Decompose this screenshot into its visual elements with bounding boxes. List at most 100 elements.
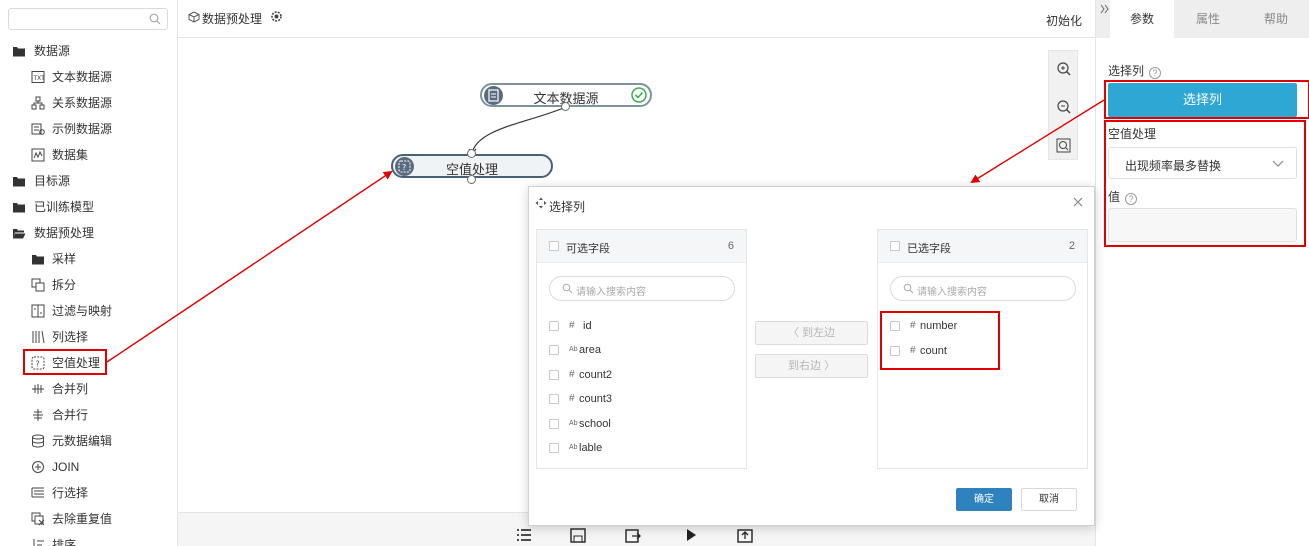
zoom-in-icon[interactable] (1055, 60, 1073, 78)
select-columns-label-text: 选择列 (1108, 64, 1145, 78)
tree-item-preprocessing[interactable]: 数据预处理 (0, 220, 177, 246)
canvas-topbar: 数据预处理 初始化 (178, 0, 1095, 38)
filter-map-icon (31, 304, 45, 318)
tree-item-label: 采样 (52, 252, 77, 266)
close-icon[interactable] (1072, 196, 1084, 208)
tree-item-dataset[interactable]: 数据集 (0, 142, 177, 168)
field-name: id (583, 320, 592, 332)
page-title: 数据预处理 (202, 12, 263, 26)
tree-item-split[interactable]: 拆分 (0, 272, 177, 298)
tree-item-sort[interactable]: 排序 (0, 532, 177, 546)
tree-item-label: 目标源 (34, 174, 71, 188)
move-right-button[interactable]: 到右边 〉 (755, 354, 868, 378)
export-icon[interactable] (625, 527, 641, 543)
tree-item-target-source[interactable]: 目标源 (0, 168, 177, 194)
field-name: number (920, 320, 958, 332)
tab-properties[interactable]: 属性 (1174, 0, 1242, 38)
field-name: count2 (579, 369, 613, 381)
row-checkbox[interactable] (549, 345, 559, 355)
metadata-icon (32, 434, 44, 448)
null-handling-icon: ? (31, 356, 45, 370)
search-icon (903, 283, 914, 294)
available-search-input[interactable]: 请输入搜索内容 (549, 276, 735, 301)
gear-icon[interactable] (270, 10, 283, 23)
help-icon[interactable]: ? (1125, 193, 1138, 205)
tree-item-column-select[interactable]: 列选择 (0, 324, 177, 350)
help-icon[interactable]: ? (1149, 67, 1162, 79)
row-checkbox[interactable] (549, 419, 559, 429)
search-placeholder: 请输入搜索内容 (917, 287, 987, 298)
sidebar-search-input[interactable] (8, 8, 168, 30)
tree-item-relation-source[interactable]: 关系数据源 (0, 90, 177, 116)
tree-item-join[interactable]: JOIN (0, 454, 177, 480)
row-checkbox[interactable] (890, 321, 900, 331)
select-all-checkbox[interactable] (549, 241, 559, 251)
row-checkbox[interactable] (890, 346, 900, 356)
tree-item-label: 去除重复值 (52, 512, 113, 526)
field-type: Ab (569, 420, 578, 427)
tree-item-null-handling[interactable]: ? 空值处理 (0, 350, 177, 376)
tree-item-sampling[interactable]: 采样 (0, 246, 177, 272)
folder-icon (13, 47, 25, 57)
publish-icon[interactable] (737, 527, 753, 543)
list-icon[interactable] (516, 527, 532, 543)
tree-item-label: 关系数据源 (52, 96, 113, 110)
save-icon[interactable] (570, 527, 586, 543)
row-checkbox[interactable] (549, 321, 559, 331)
tree-item-metadata-edit[interactable]: 元数据编辑 (0, 428, 177, 454)
tree-item-row-select[interactable]: 行选择 (0, 480, 177, 506)
select-all-checkbox[interactable] (890, 241, 900, 251)
output-port[interactable] (467, 175, 476, 184)
app-root: 数据源 TXT 文本数据源 关系数据源 示例数据源 数据集 目标源 已训练模型 … (0, 0, 1309, 546)
ok-button[interactable]: 确定 (956, 488, 1012, 511)
tree-item-merge-rows[interactable]: 合并行 (0, 402, 177, 428)
field-type: Ab (569, 444, 578, 451)
collapse-icon[interactable] (1100, 4, 1110, 14)
text-file-icon: TXT (31, 71, 45, 83)
tree-item-dedupe[interactable]: 去除重复值 (0, 506, 177, 532)
tree-item-label: 数据源 (34, 44, 71, 58)
zoom-fit-icon[interactable] (1055, 137, 1073, 155)
run-icon[interactable] (683, 527, 699, 543)
value-input[interactable] (1108, 208, 1297, 242)
tree-item-text-source[interactable]: TXT 文本数据源 (0, 64, 177, 90)
merge-columns-icon (32, 384, 44, 394)
tree-item-label: 已训练模型 (34, 200, 95, 214)
dataset-icon (31, 148, 45, 162)
tree-item-data-source[interactable]: 数据源 (0, 38, 177, 64)
move-left-button[interactable]: 〈 到左边 (755, 321, 868, 345)
right-panel: 参数 属性 帮助 选择列? 选择列 空值处理 出现频率最多替换 值? (1095, 0, 1309, 546)
column-select-icon (32, 330, 45, 344)
tree-item-trained-models[interactable]: 已训练模型 (0, 194, 177, 220)
tree-item-merge-columns[interactable]: 合并列 (0, 376, 177, 402)
tree-item-filter-map[interactable]: 过滤与映射 (0, 298, 177, 324)
zoom-out-icon[interactable] (1055, 98, 1073, 116)
field-name: count3 (579, 393, 613, 405)
cancel-button[interactable]: 取消 (1021, 488, 1077, 511)
dialog-title: 选择列 (549, 200, 586, 214)
field-type: # (910, 345, 916, 356)
tab-help[interactable]: 帮助 (1242, 0, 1309, 38)
null-handling-select[interactable]: 出现频率最多替换 (1108, 147, 1297, 179)
search-placeholder: 请输入搜索内容 (576, 287, 646, 298)
selected-fields-header: 已选字段 2 (878, 230, 1087, 263)
tree-item-label: 合并行 (52, 408, 89, 422)
tree-item-sample-source[interactable]: 示例数据源 (0, 116, 177, 142)
available-fields-title: 可选字段 (566, 243, 610, 255)
tree-item-label: 排序 (52, 538, 77, 546)
tab-params[interactable]: 参数 (1110, 0, 1174, 38)
selected-fields-title: 已选字段 (907, 243, 951, 255)
row-checkbox[interactable] (549, 370, 559, 380)
selected-search-input[interactable]: 请输入搜索内容 (890, 276, 1076, 301)
search-icon (562, 283, 573, 294)
tree-item-label: 数据集 (52, 148, 89, 162)
select-columns-button[interactable]: 选择列 (1108, 83, 1297, 117)
row-checkbox[interactable] (549, 394, 559, 404)
zoom-toolbar (1048, 50, 1078, 160)
row-checkbox[interactable] (549, 443, 559, 453)
input-port[interactable] (467, 149, 476, 158)
move-icon (535, 197, 547, 209)
initialize-button[interactable]: 初始化 (1046, 12, 1082, 29)
field-type: # (910, 320, 916, 331)
output-port[interactable] (561, 102, 570, 111)
